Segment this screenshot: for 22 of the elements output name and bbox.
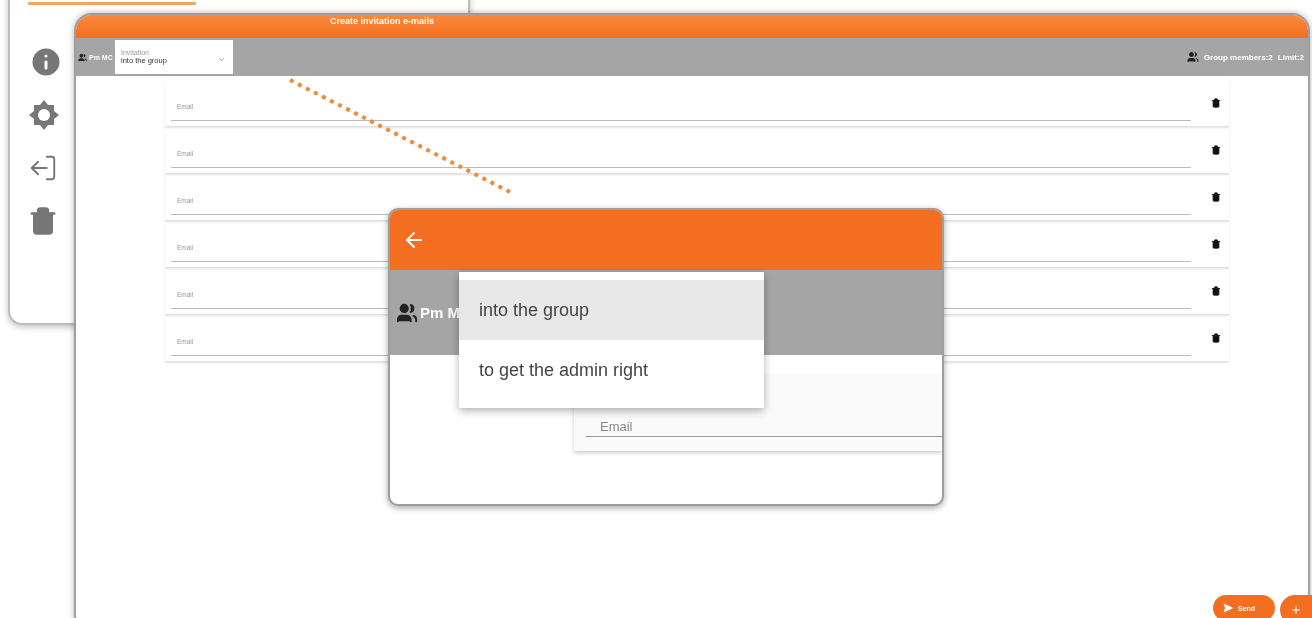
window-title: Create invitation e-mails	[329, 15, 434, 28]
caret-icon	[218, 56, 225, 63]
delete-icon[interactable]	[1211, 239, 1221, 249]
delete-icon[interactable]	[1211, 333, 1221, 343]
member-limit: Limit:2	[1277, 52, 1304, 62]
add-button[interactable]	[1280, 595, 1312, 618]
delete-icon[interactable]	[1211, 192, 1221, 202]
delete-icon[interactable]	[1211, 286, 1221, 296]
group-name: Pm M	[420, 304, 460, 321]
plus-icon	[1290, 604, 1302, 616]
group-icon	[78, 52, 87, 62]
trash-icon	[28, 205, 58, 236]
menu-option[interactable]: into the group	[459, 280, 764, 340]
delete-icon[interactable]	[1211, 145, 1221, 155]
settings-icon	[28, 98, 60, 131]
group-members: Group members:2	[1203, 52, 1273, 62]
menu-option[interactable]: to get the admin right	[459, 340, 764, 400]
email-field[interactable]: Email	[586, 413, 942, 437]
group-icon	[1186, 51, 1199, 63]
send-icon	[1223, 603, 1233, 613]
delete-icon[interactable]	[1211, 98, 1221, 108]
group-icon	[396, 301, 418, 324]
